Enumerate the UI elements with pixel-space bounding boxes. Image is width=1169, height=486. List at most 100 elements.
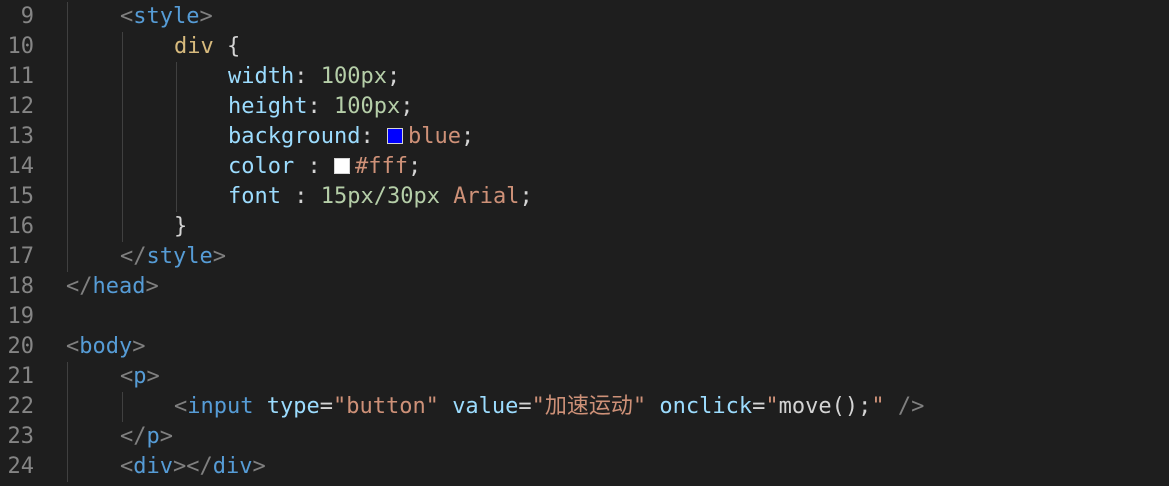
line-number: 19: [7, 304, 35, 329]
code-line[interactable]: 9 <style>: [0, 2, 1169, 32]
attr-name: type: [266, 394, 320, 419]
code-line[interactable]: 20 <body>: [0, 332, 1169, 362]
tag-bracket: <: [120, 454, 134, 479]
css-value-font: Arial: [453, 184, 520, 209]
code-line[interactable]: 12 height: 100px;: [0, 92, 1169, 122]
indent-guide: [122, 212, 123, 242]
indent-guide: [67, 2, 68, 32]
css-value: 100px: [320, 64, 387, 89]
tag-name: style: [146, 244, 213, 269]
code-line[interactable]: 15 font : 15px/30px Arial;: [0, 182, 1169, 212]
separator: :: [280, 184, 321, 209]
code-line[interactable]: 19: [0, 302, 1169, 332]
code-text: height: 100px;: [228, 92, 413, 122]
tag-bracket: </: [120, 424, 147, 449]
tag-name: style: [133, 4, 200, 29]
indent-guide: [67, 362, 68, 392]
tag-bracket: <: [120, 4, 134, 29]
indent-guide: [67, 122, 68, 152]
code-text: }: [174, 212, 187, 242]
indent-guide: [67, 182, 68, 212]
separator: :: [294, 154, 334, 179]
css-property: height: [228, 94, 308, 119]
indent-guide: [67, 92, 68, 122]
equals: =: [752, 394, 766, 419]
code-text: background: blue;: [228, 122, 474, 152]
line-number: 22: [7, 394, 35, 419]
semicolon: ;: [460, 124, 475, 149]
code-line[interactable]: 22 <input type="button" value="加速运动" onc…: [0, 392, 1169, 422]
tag-bracket: >: [145, 274, 159, 299]
line-number: 11: [7, 64, 35, 89]
code-line[interactable]: 24 <div></div>: [0, 452, 1169, 482]
code-editor[interactable]: 9 <style> 10 div { 11 width: 100px; 12 h…: [0, 0, 1169, 486]
code-text: font : 15px/30px Arial;: [228, 182, 533, 212]
color-swatch-icon[interactable]: [386, 128, 403, 144]
css-value: 100px: [333, 94, 401, 119]
indent-guide: [176, 62, 177, 92]
css-property: background: [228, 124, 361, 149]
semicolon: ;: [519, 184, 533, 209]
tag-name: p: [146, 424, 160, 449]
tag-bracket: <: [66, 334, 80, 359]
indent-guide: [122, 122, 123, 152]
attr-name: onclick: [659, 394, 753, 419]
separator: :: [360, 124, 387, 149]
line-number: 21: [7, 364, 35, 389]
tag-bracket: </: [66, 274, 93, 299]
css-property: font: [228, 184, 281, 209]
indent-guide: [122, 62, 123, 92]
line-number: 16: [7, 214, 35, 239]
code-line[interactable]: 18 </head>: [0, 272, 1169, 302]
semicolon: ;: [400, 94, 414, 119]
line-number: 23: [7, 424, 35, 449]
tag-bracket: >: [132, 334, 146, 359]
code-line[interactable]: 11 width: 100px;: [0, 62, 1169, 92]
indent-guide: [67, 32, 68, 62]
tag-name: div: [212, 454, 253, 479]
code-line[interactable]: 14 color : #fff;: [0, 152, 1169, 182]
tag-name: div: [133, 454, 173, 479]
code-text: </p>: [120, 422, 173, 452]
tag-name: input: [187, 394, 254, 419]
css-property: width: [228, 64, 295, 89]
semicolon: ;: [407, 154, 422, 179]
indent-guide: [176, 152, 177, 182]
code-line[interactable]: 13 background: blue;: [0, 122, 1169, 152]
indent-guide: [122, 92, 123, 122]
indent-guide: [176, 182, 177, 212]
code-text: <style>: [120, 2, 213, 32]
equals: =: [319, 394, 333, 419]
code-line[interactable]: 16 }: [0, 212, 1169, 242]
code-line[interactable]: 21 <p>: [0, 362, 1169, 392]
code-text: </style>: [120, 242, 226, 272]
css-selector: div: [174, 34, 214, 59]
attr-quote: ": [871, 394, 885, 419]
tag-name: body: [79, 334, 133, 359]
line-number: 10: [7, 34, 35, 59]
code-line[interactable]: 17 </style>: [0, 242, 1169, 272]
tag-name: p: [133, 364, 147, 389]
tag-bracket: </: [120, 244, 147, 269]
indent-guide: [176, 122, 177, 152]
indent-guide: [67, 62, 68, 92]
indent-guide: [122, 392, 123, 422]
indent-guide: [67, 422, 68, 452]
indent-guide: [122, 182, 123, 212]
tag-bracket: >: [146, 364, 160, 389]
code-text: <input type="button" value="加速运动" onclic…: [174, 392, 924, 422]
code-line[interactable]: 23 </p>: [0, 422, 1169, 452]
code-text: </head>: [66, 272, 159, 302]
color-swatch-icon[interactable]: [333, 158, 350, 174]
tag-bracket: ></: [173, 454, 213, 479]
code-line[interactable]: 10 div {: [0, 32, 1169, 62]
attr-value: "加速运动": [531, 394, 647, 419]
code-text: <p>: [120, 362, 160, 392]
code-text: div {: [174, 32, 240, 62]
attr-quote: ": [765, 394, 779, 419]
indent-guide: [67, 242, 68, 272]
brace: {: [213, 34, 241, 59]
tag-bracket: <: [174, 394, 188, 419]
brace: }: [174, 214, 188, 239]
line-number: 24: [7, 454, 35, 479]
